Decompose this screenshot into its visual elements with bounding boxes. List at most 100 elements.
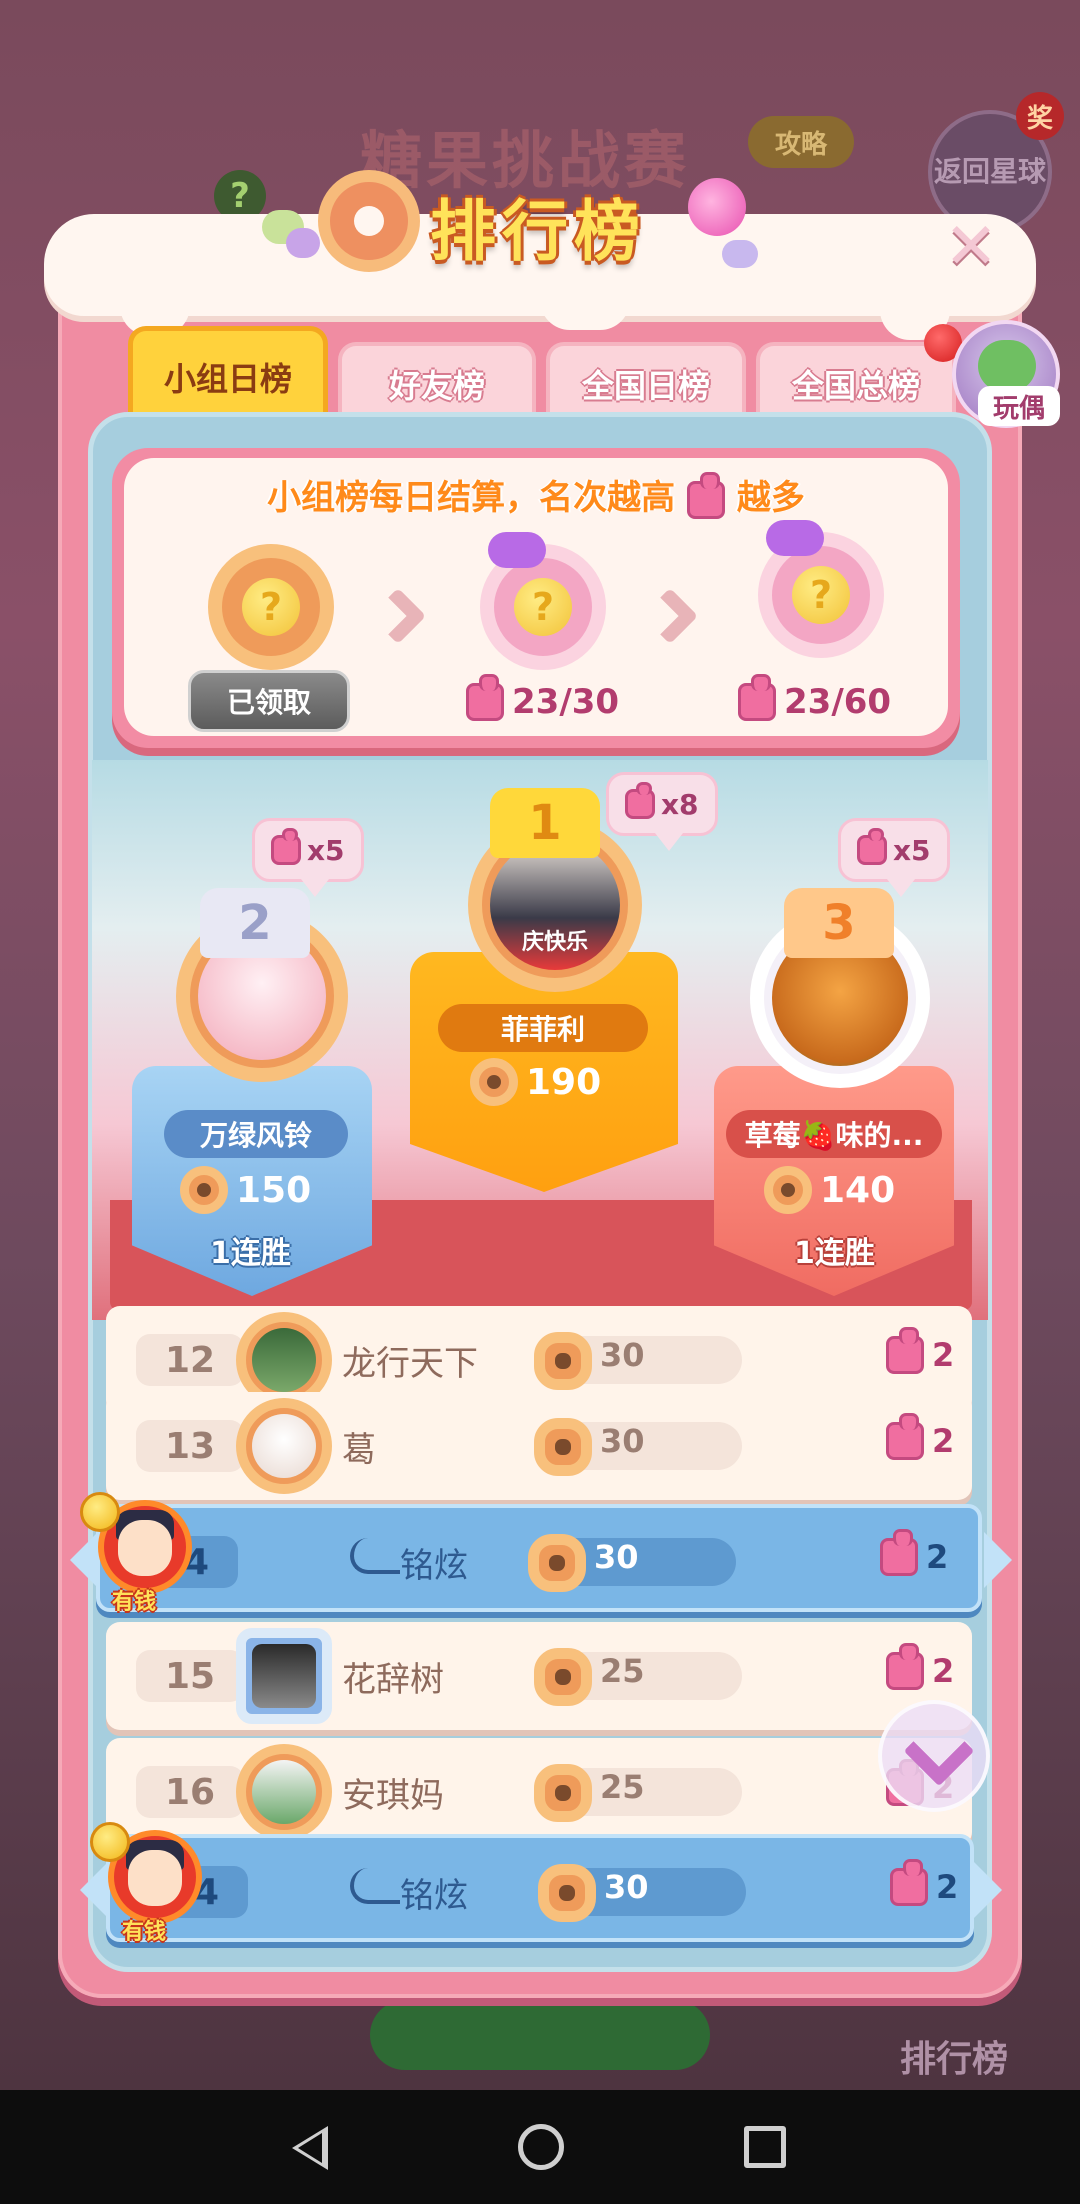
- player-score: 30: [600, 1422, 645, 1460]
- panel-title: 排行榜: [430, 193, 646, 270]
- nav-home-icon[interactable]: [518, 2124, 564, 2170]
- frog-doll-icon: [978, 340, 1036, 392]
- strategy-button[interactable]: 攻略: [748, 116, 854, 168]
- puzzle-piece-icon: [687, 471, 725, 519]
- puzzle-piece-icon: [271, 828, 301, 865]
- reward-title-text: 小组榜每日结算，名次越高: [267, 478, 676, 518]
- lollipop-icon: [688, 178, 746, 236]
- donut-icon: [538, 1864, 596, 1922]
- reward-progress-3: 23/60: [738, 674, 892, 722]
- donut-icon: [534, 1764, 592, 1822]
- donut-icon: [180, 1166, 228, 1214]
- donut-icon: [764, 1166, 812, 1214]
- puzzle-piece-icon: [625, 782, 655, 819]
- piece-count: 2: [932, 1652, 955, 1690]
- tab-group-daily[interactable]: 小组日榜: [128, 326, 328, 422]
- piece-count: 2: [932, 1422, 955, 1460]
- puzzle-piece-icon: [466, 674, 504, 721]
- piece-count: 2: [936, 1868, 959, 1906]
- donut-icon: [318, 170, 420, 272]
- donut-icon: [470, 1058, 518, 1106]
- player-name: 铭炫: [400, 1876, 468, 1916]
- name-decoration-icon: [350, 1538, 400, 1574]
- score-value: 140: [820, 1169, 896, 1211]
- table-row-current-player[interactable]: 14 有钱 铭炫 30 2: [80, 1492, 982, 1615]
- rank-number: 15: [136, 1650, 244, 1702]
- progress-value: 23/60: [784, 682, 892, 722]
- reward-bubble-second: x5: [252, 818, 364, 897]
- bubble-count: x5: [307, 833, 345, 867]
- reward-bubble-third: x5: [838, 818, 950, 897]
- donut-icon: [534, 1418, 592, 1476]
- table-row[interactable]: 13 葛 30 2: [106, 1392, 972, 1500]
- rank-number: 12: [136, 1334, 244, 1386]
- player-name: 铭炫: [400, 1546, 468, 1586]
- crown-first-icon: 1: [490, 788, 600, 858]
- tab-national-daily[interactable]: 全国日榜: [546, 342, 746, 422]
- reward-chest-3[interactable]: ?: [758, 520, 884, 658]
- podium-first-score: 190: [470, 1058, 601, 1106]
- donut-icon: [534, 1332, 592, 1390]
- tab-national-total[interactable]: 全国总榜: [756, 342, 956, 422]
- puzzle-piece-icon: [880, 1529, 918, 1580]
- puzzle-piece-icon: [738, 674, 776, 721]
- avatar-caption: 庆快乐: [521, 930, 588, 955]
- reward-chest-2[interactable]: ?: [480, 532, 606, 670]
- mystery-coin-icon: ?: [792, 566, 850, 624]
- piece-count: 2: [932, 1336, 955, 1374]
- reward-title: 小组榜每日结算，名次越高 越多: [124, 470, 948, 519]
- table-row[interactable]: 16 安琪妈 25 2: [106, 1738, 972, 1846]
- background-ranking-button: 排行榜: [900, 2039, 1009, 2080]
- mystery-coin-icon: ?: [514, 578, 572, 636]
- bubble-count: x5: [893, 833, 931, 867]
- nav-recent-icon[interactable]: [744, 2126, 786, 2168]
- current-player-marker-right: [984, 1532, 1012, 1588]
- close-icon[interactable]: ✕: [940, 215, 1002, 280]
- pinned-current-player-row[interactable]: 14 有钱 铭炫 30 2: [90, 1822, 974, 1945]
- crown-third-icon: 3: [784, 888, 894, 958]
- player-name: 龙行天下: [342, 1344, 478, 1384]
- puzzle-piece-icon: [886, 1327, 924, 1378]
- reward-chest-1[interactable]: ?: [208, 544, 334, 670]
- player-name: 花辞树: [342, 1660, 444, 1700]
- progress-value: 23/30: [512, 682, 620, 722]
- reward-progress-2: 23/30: [466, 674, 620, 722]
- puzzle-piece-icon: [886, 1643, 924, 1694]
- score-value: 150: [236, 1169, 312, 1211]
- doll-label[interactable]: 玩偶: [978, 386, 1060, 426]
- reward-bubble-first: x8: [606, 772, 718, 851]
- piece-count: 2: [926, 1538, 949, 1576]
- rank-number: 16: [136, 1766, 244, 1818]
- player-score: 25: [600, 1768, 645, 1806]
- scroll-down-icon[interactable]: [878, 1700, 990, 1812]
- avatar-label: 有钱: [112, 1590, 157, 1615]
- podium-third-streak: 1连胜: [794, 1236, 875, 1271]
- avatar-label: 有钱: [122, 1920, 167, 1945]
- candy-decoration: [722, 240, 758, 268]
- claimed-button[interactable]: 已领取: [188, 670, 350, 732]
- table-row[interactable]: 15 花辞树 25 2: [106, 1622, 972, 1730]
- podium-third-name: 草莓🍓味的...: [726, 1110, 942, 1158]
- podium-first-name: 菲菲利: [438, 1004, 648, 1052]
- podium-third-score: 140: [764, 1166, 895, 1214]
- nav-back-icon[interactable]: [292, 2126, 328, 2170]
- reward-title-suffix: 越多: [736, 478, 805, 518]
- bubble-count: x8: [661, 787, 699, 821]
- player-score: 25: [600, 1652, 645, 1690]
- puzzle-piece-icon: [857, 828, 887, 865]
- avatar: [236, 1398, 332, 1494]
- avatar: [236, 1628, 332, 1724]
- avatar: 有钱: [90, 1822, 206, 1945]
- player-score: 30: [604, 1868, 649, 1906]
- avatar: 有钱: [80, 1492, 196, 1615]
- mystery-coin-icon: ?: [242, 578, 300, 636]
- tab-friends[interactable]: 好友榜: [338, 342, 536, 422]
- name-decoration-icon: [350, 1868, 400, 1904]
- player-score: 30: [600, 1336, 645, 1374]
- award-badge: 奖: [1016, 92, 1064, 140]
- frosting-drip: [540, 296, 630, 330]
- podium-second-name: 万绿风铃: [164, 1110, 348, 1158]
- podium-second-streak: 1连胜: [210, 1236, 291, 1271]
- puzzle-piece-icon: [890, 1859, 928, 1910]
- donut-icon: [528, 1534, 586, 1592]
